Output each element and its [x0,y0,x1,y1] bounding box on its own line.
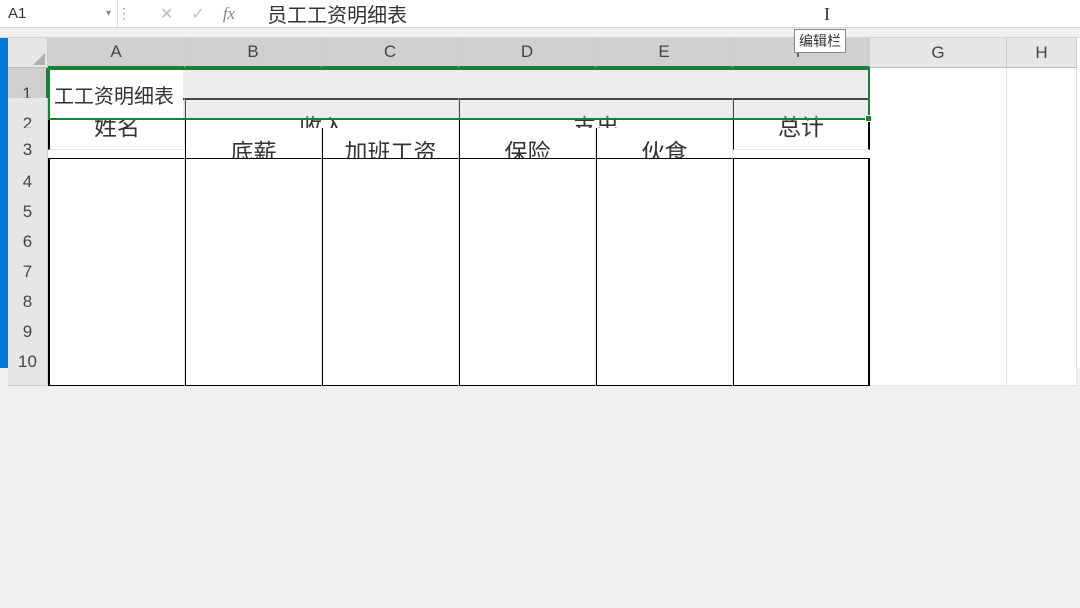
grid-wrapper: A B C D E F G H 1 2 姓名 收入 支出 总计 3 底薪 加班工… [8,38,1077,368]
text-cursor-icon: I [824,4,830,25]
col-header-D[interactable]: D [459,38,596,68]
tooltip: 编辑栏 [794,29,846,53]
formula-input[interactable]: 员工工资明细表 [249,0,1080,27]
col-header-C[interactable]: C [322,38,459,68]
dropdown-icon[interactable]: ▾ [106,8,111,19]
spacer-bar [0,28,1080,38]
cell-E10[interactable] [596,338,733,386]
cell-F2[interactable]: 总计 [733,98,870,150]
cell-C10[interactable] [322,338,459,386]
row-header-10[interactable]: 10 [8,338,48,386]
cell-H10[interactable] [1007,338,1077,386]
cell-D10[interactable] [459,338,596,386]
name-box[interactable]: A1 ▾ [0,0,118,27]
formula-bar: A1 ▾ ✕ ✓ fx 员工工资明细表 I [0,0,1080,28]
sheet-area: A B C D E F G H 1 2 姓名 收入 支出 总计 3 底薪 加班工… [0,38,1080,368]
col-header-A[interactable]: A [48,38,185,68]
left-edge [0,38,8,368]
active-cell-A1[interactable]: 工工资明细表 [50,70,183,118]
cell-G10[interactable] [870,338,1007,386]
divider-handle[interactable] [118,0,130,27]
select-all-corner[interactable] [8,38,48,68]
col-header-H[interactable]: H [1007,38,1077,68]
cell-A10[interactable] [48,338,185,386]
formula-bar-buttons: ✕ ✓ fx [130,4,249,24]
cell-F10[interactable] [733,338,870,386]
name-box-value: A1 [8,5,26,22]
col-header-G[interactable]: G [870,38,1007,68]
cell-B10[interactable] [185,338,322,386]
col-header-B[interactable]: B [185,38,322,68]
col-header-E[interactable]: E [596,38,733,68]
enter-icon[interactable]: ✓ [191,4,204,24]
fx-icon[interactable]: fx [223,4,235,24]
cancel-icon[interactable]: ✕ [160,4,173,24]
